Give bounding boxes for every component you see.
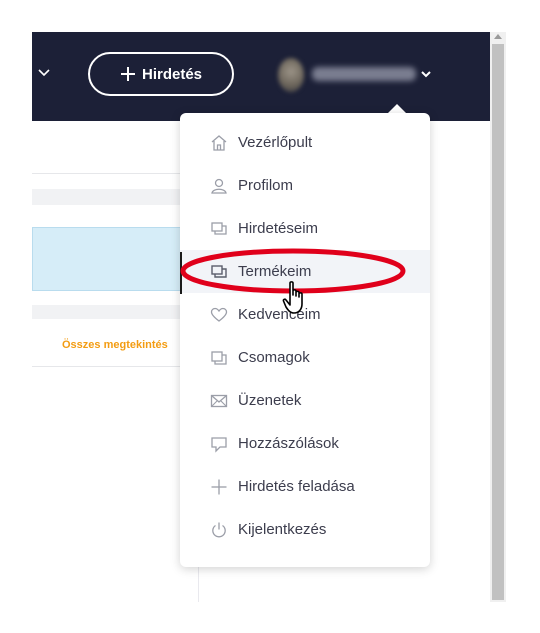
menu-item-label: Hirdetés feladása [238, 478, 355, 495]
plus-icon [210, 478, 228, 496]
chevron-down-icon[interactable] [421, 69, 431, 79]
avatar[interactable] [278, 58, 304, 92]
heart-icon [210, 306, 228, 324]
menu-item-label: Csomagok [238, 349, 310, 366]
divider [32, 366, 192, 367]
user-menu-dropdown: Vezérlőpult Profilom Hirdetéseim Terméke… [180, 113, 430, 567]
menu-item-csomagok[interactable]: Csomagok [180, 336, 430, 379]
comment-icon [210, 435, 228, 453]
info-panel [32, 227, 184, 291]
menu-item-label: Profilom [238, 177, 294, 194]
menu-item-kijelentkezes[interactable]: Kijelentkezés [180, 508, 430, 551]
menu-item-label: Kijelentkezés [238, 521, 327, 538]
scroll-up-arrow-icon[interactable] [494, 34, 502, 39]
power-icon [210, 521, 228, 539]
chevron-down-icon[interactable] [37, 66, 51, 80]
menu-item-hirdeteseim[interactable]: Hirdetéseim [180, 207, 430, 250]
menu-item-hirdetes-feladasa[interactable]: Hirdetés feladása [180, 465, 430, 508]
menu-item-label: Vezérlőpult [238, 134, 313, 151]
home-icon [210, 134, 228, 152]
packages-icon [210, 349, 228, 367]
hand-pointer-icon [282, 281, 303, 314]
table-header-strip [32, 189, 192, 205]
dropdown-caret [388, 104, 406, 113]
user-icon [210, 177, 228, 195]
menu-item-label: Hirdetéseim [238, 220, 319, 237]
products-icon [210, 263, 228, 281]
text-cursor [180, 252, 182, 294]
top-navbar: Hirdetés [32, 32, 490, 121]
table-header-strip [32, 305, 192, 319]
menu-item-label: Termékeim [238, 263, 312, 280]
plus-icon [120, 67, 135, 81]
menu-item-uzenetek[interactable]: Üzenetek [180, 379, 430, 422]
view-all-link[interactable]: Összes megtekintés [62, 339, 168, 351]
menu-item-vezerlopult[interactable]: Vezérlőpult [180, 121, 430, 164]
mail-icon [210, 392, 228, 410]
menu-item-hozzaszolasok[interactable]: Hozzászólások [180, 422, 430, 465]
menu-item-label: Hozzászólások [238, 435, 339, 452]
username-blurred[interactable] [312, 67, 416, 81]
scrollbar-thumb[interactable] [492, 44, 504, 600]
vertical-scrollbar[interactable] [490, 32, 506, 602]
new-ad-button[interactable]: Hirdetés [88, 52, 234, 96]
menu-item-profilom[interactable]: Profilom [180, 164, 430, 207]
menu-item-label: Üzenetek [238, 392, 302, 409]
new-ad-button-label: Hirdetés [141, 65, 203, 83]
ads-icon [210, 220, 228, 238]
divider [32, 173, 192, 174]
